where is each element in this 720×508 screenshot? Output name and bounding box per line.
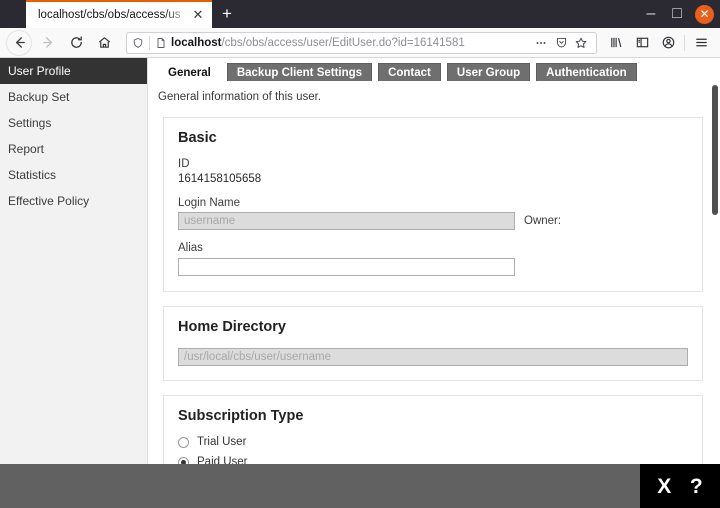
page-icon[interactable]	[155, 37, 167, 49]
url-path: /cbs/obs/access/user/EditUser.do?id=1614…	[221, 37, 464, 49]
home-directory-input	[178, 348, 688, 366]
main-content: General Backup Client Settings Contact U…	[149, 58, 720, 464]
app-sidebar: User Profile Backup Set Settings Report …	[0, 58, 148, 464]
id-label: ID	[178, 158, 688, 170]
tab-backup-client-settings[interactable]: Backup Client Settings	[227, 63, 372, 81]
tab-label: User Group	[457, 67, 520, 79]
sidebar-item-statistics[interactable]: Statistics	[0, 162, 147, 188]
radio-icon-selected[interactable]	[178, 457, 189, 465]
help-button[interactable]: ?	[690, 476, 703, 497]
tab-label: Contact	[388, 67, 431, 79]
maximize-icon[interactable]: □	[664, 1, 690, 27]
page-scrollbar-track[interactable]	[710, 58, 720, 464]
sidebar-item-label: Settings	[8, 116, 51, 130]
home-directory-card: Home Directory	[163, 306, 703, 381]
bottom-bar: X ?	[0, 464, 720, 508]
page-viewport: User Profile Backup Set Settings Report …	[0, 58, 720, 464]
tab-label: General	[168, 67, 211, 79]
sidebar-item-label: Effective Policy	[8, 194, 89, 208]
sidebar-item-label: Backup Set	[8, 90, 69, 104]
tab-label: Authentication	[546, 67, 627, 79]
login-name-input	[178, 212, 515, 230]
reload-icon[interactable]	[62, 30, 90, 56]
tab-general[interactable]: General	[158, 63, 221, 81]
id-value: 1614158105658	[178, 173, 688, 185]
alias-input[interactable]	[178, 258, 515, 276]
sidebar-item-settings[interactable]: Settings	[0, 110, 147, 136]
page-intro-text: General information of this user.	[149, 82, 720, 103]
url-host: localhost	[171, 37, 221, 49]
tab-authentication[interactable]: Authentication	[536, 63, 637, 81]
hamburger-menu-icon[interactable]	[688, 30, 714, 56]
account-icon[interactable]	[655, 30, 681, 56]
close-icon[interactable]: ✕	[190, 7, 206, 23]
minimize-icon[interactable]: –	[638, 1, 664, 27]
radio-label: Paid User	[197, 456, 248, 464]
star-icon[interactable]	[571, 33, 591, 53]
ellipsis-icon[interactable]	[531, 33, 551, 53]
sidebar-item-label: User Profile	[8, 64, 71, 78]
sidebar-item-backup-set[interactable]: Backup Set	[0, 84, 147, 110]
plus-icon[interactable]: +	[212, 0, 242, 28]
home-directory-card-title: Home Directory	[178, 319, 688, 335]
tab-label: Backup Client Settings	[237, 67, 362, 79]
window-close-icon[interactable]: ✕	[695, 5, 714, 24]
sidebar-item-label: Statistics	[8, 168, 56, 182]
library-icon[interactable]	[603, 30, 629, 56]
subscription-option-trial[interactable]: Trial User	[178, 436, 688, 448]
url-text[interactable]: localhost/cbs/obs/access/user/EditUser.d…	[171, 37, 531, 49]
urlbar-divider	[149, 36, 150, 50]
home-icon[interactable]	[90, 30, 118, 56]
browser-toolbar-icons	[603, 30, 714, 56]
content-tab-bar: General Backup Client Settings Contact U…	[149, 58, 720, 81]
alias-label: Alias	[178, 242, 688, 254]
back-arrow-icon[interactable]	[6, 30, 32, 56]
shield-icon[interactable]	[132, 37, 144, 49]
bottom-bar-actions: X ?	[640, 464, 720, 508]
owner-label: Owner:	[524, 215, 561, 227]
url-bar[interactable]: localhost/cbs/obs/access/user/EditUser.d…	[126, 32, 597, 54]
sidebar-item-user-profile[interactable]: User Profile	[0, 58, 147, 84]
sidebar-icon[interactable]	[629, 30, 655, 56]
basic-card: Basic ID 1614158105658 Login Name Owner:…	[163, 117, 703, 292]
tabstrip-left-gap	[0, 0, 26, 28]
subscription-option-paid[interactable]: Paid User	[178, 456, 688, 464]
sidebar-item-label: Report	[8, 142, 44, 156]
browser-window: localhost/cbs/obs/access/us ✕ + – □ ✕	[0, 0, 720, 508]
navigation-toolbar: localhost/cbs/obs/access/user/EditUser.d…	[0, 28, 720, 58]
browser-tab-active[interactable]: localhost/cbs/obs/access/us ✕	[26, 0, 212, 28]
tab-user-group[interactable]: User Group	[447, 63, 530, 81]
window-controls: – □ ✕	[638, 0, 720, 28]
sidebar-item-effective-policy[interactable]: Effective Policy	[0, 188, 147, 214]
toolbar-divider	[684, 35, 685, 51]
login-name-row: Owner:	[178, 212, 688, 230]
field-spacer	[178, 230, 688, 242]
tab-contact[interactable]: Contact	[378, 63, 441, 81]
radio-label: Trial User	[197, 436, 246, 448]
login-name-label: Login Name	[178, 197, 688, 209]
page-scrollbar-thumb[interactable]	[712, 85, 718, 215]
forward-arrow-icon	[34, 30, 62, 56]
tab-strip: localhost/cbs/obs/access/us ✕ + – □ ✕	[0, 0, 720, 28]
subscription-type-card-title: Subscription Type	[178, 408, 688, 424]
radio-icon[interactable]	[178, 437, 189, 448]
basic-card-title: Basic	[178, 130, 688, 146]
pocket-icon[interactable]	[551, 33, 571, 53]
browser-tab-title: localhost/cbs/obs/access/us	[38, 9, 188, 21]
subscription-type-card: Subscription Type Trial User Paid User	[163, 395, 703, 464]
close-overlay-button[interactable]: X	[657, 476, 671, 497]
sidebar-item-report[interactable]: Report	[0, 136, 147, 162]
content-scroll-area: General information of this user. Basic …	[149, 82, 720, 464]
